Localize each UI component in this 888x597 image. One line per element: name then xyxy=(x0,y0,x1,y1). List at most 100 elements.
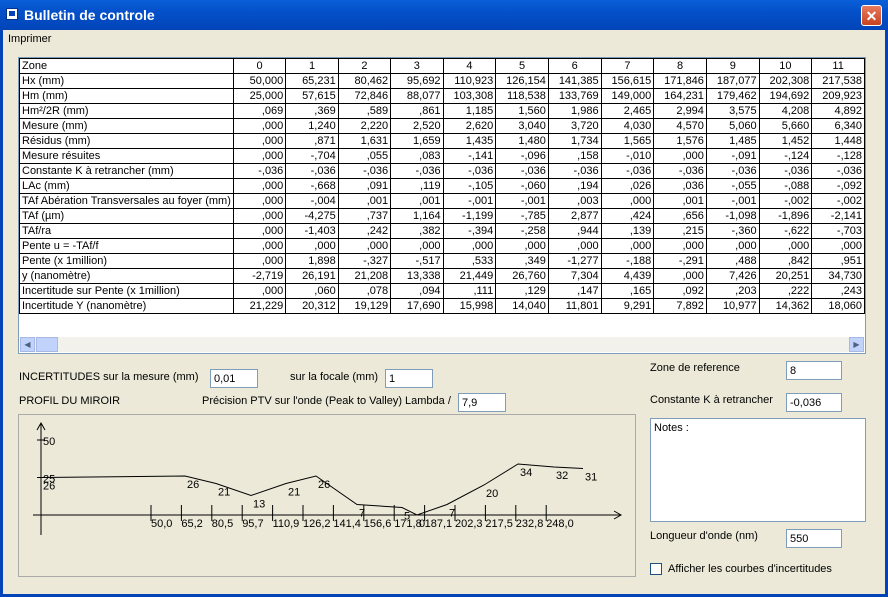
scroll-right-icon[interactable]: ▶ xyxy=(849,337,864,352)
grid-cell[interactable]: 202,308 xyxy=(758,73,813,89)
grid-cell[interactable]: 1,734 xyxy=(547,133,602,149)
grid-cell[interactable]: ,000 xyxy=(232,283,287,299)
grid-cell[interactable]: -1,199 xyxy=(442,208,497,224)
grid-cell[interactable]: 1,240 xyxy=(285,118,339,134)
grid-cell[interactable]: 103,308 xyxy=(442,88,497,104)
grid-cell[interactable]: -,010 xyxy=(600,148,655,164)
grid-cell[interactable]: ,871 xyxy=(285,133,339,149)
grid-cell[interactable]: 17,690 xyxy=(390,298,444,314)
grid-cell[interactable]: -,394 xyxy=(442,223,497,239)
grid-cell[interactable]: -,036 xyxy=(705,163,760,179)
grid-cell[interactable]: 1,435 xyxy=(442,133,497,149)
grid-cell[interactable]: ,000 xyxy=(547,238,602,254)
grid-cell[interactable]: -,004 xyxy=(285,193,339,209)
grid-cell[interactable]: ,000 xyxy=(232,148,287,164)
grid-cell[interactable]: ,129 xyxy=(495,283,549,299)
grid-cell[interactable]: 5,060 xyxy=(705,118,760,134)
grid-cell[interactable]: 4,439 xyxy=(600,268,655,284)
grid-cell[interactable]: -,001 xyxy=(495,193,549,209)
grid-cell[interactable]: ,242 xyxy=(337,223,392,239)
grid-cell[interactable]: 4,570 xyxy=(653,118,707,134)
grid-cell[interactable]: ,001 xyxy=(653,193,707,209)
grid-cell[interactable]: ,000 xyxy=(600,193,655,209)
grid-cell[interactable]: 2,994 xyxy=(653,103,707,119)
grid-cell[interactable]: ,000 xyxy=(232,133,287,149)
grid-cell[interactable]: 1,485 xyxy=(705,133,760,149)
grid-cell[interactable]: 2,220 xyxy=(337,118,392,134)
grid-cell[interactable]: -,703 xyxy=(811,223,865,239)
grid-cell[interactable]: 50,000 xyxy=(232,73,287,89)
grid-cell[interactable]: ,842 xyxy=(758,253,813,269)
grid-cell[interactable]: -,092 xyxy=(811,178,865,194)
grid-cell[interactable]: 149,000 xyxy=(600,88,655,104)
grid-cell[interactable]: -,088 xyxy=(758,178,813,194)
grid-cell[interactable]: -,291 xyxy=(653,253,707,269)
focale-input[interactable]: 1 xyxy=(385,369,433,388)
grid-cell[interactable]: 65,231 xyxy=(285,73,339,89)
grid-cell[interactable]: ,036 xyxy=(653,178,707,194)
grid-cell[interactable]: 2,520 xyxy=(390,118,444,134)
grid-cell[interactable]: -,258 xyxy=(495,223,549,239)
grid-cell[interactable]: ,165 xyxy=(600,283,655,299)
grid-cell[interactable]: -,036 xyxy=(653,163,707,179)
horizontal-scrollbar[interactable]: ◀ ▶ xyxy=(20,337,864,352)
grid-cell[interactable]: -,105 xyxy=(442,178,497,194)
grid-cell[interactable]: -1,098 xyxy=(705,208,760,224)
grid-cell[interactable]: 25,000 xyxy=(232,88,287,104)
grid-cell[interactable]: ,656 xyxy=(653,208,707,224)
grid-cell[interactable]: ,382 xyxy=(390,223,444,239)
grid-cell[interactable]: -,002 xyxy=(758,193,813,209)
grid-cell[interactable]: 1,565 xyxy=(600,133,655,149)
grid-cell[interactable]: ,060 xyxy=(285,283,339,299)
grid-cell[interactable]: -,128 xyxy=(811,148,865,164)
afficher-courbes-checkbox[interactable] xyxy=(650,563,662,575)
grid-cell[interactable]: 156,615 xyxy=(600,73,655,89)
grid-cell[interactable]: 7,304 xyxy=(547,268,602,284)
grid-cell[interactable]: 80,462 xyxy=(337,73,392,89)
grid-cell[interactable]: 57,615 xyxy=(285,88,339,104)
grid-cell[interactable]: -,055 xyxy=(705,178,760,194)
grid-cell[interactable]: 1,452 xyxy=(758,133,813,149)
grid-cell[interactable]: ,000 xyxy=(232,118,287,134)
grid-cell[interactable]: ,003 xyxy=(547,193,602,209)
grid-cell[interactable]: -,096 xyxy=(495,148,549,164)
grid-cell[interactable]: 1,576 xyxy=(653,133,707,149)
grid-cell[interactable]: 1,185 xyxy=(442,103,497,119)
grid-cell[interactable]: 20,251 xyxy=(758,268,813,284)
grid-cell[interactable]: -,785 xyxy=(495,208,549,224)
grid-cell[interactable]: 13,338 xyxy=(390,268,444,284)
grid-cell[interactable]: 26,191 xyxy=(285,268,339,284)
grid-cell[interactable]: ,000 xyxy=(653,148,707,164)
grid-cell[interactable]: ,589 xyxy=(337,103,392,119)
grid-cell[interactable]: 118,538 xyxy=(495,88,549,104)
grid-cell[interactable]: ,861 xyxy=(390,103,444,119)
grid-cell[interactable]: ,000 xyxy=(653,268,707,284)
grid-cell[interactable]: ,000 xyxy=(495,238,549,254)
grid-cell[interactable]: 14,362 xyxy=(758,298,813,314)
grid-cell[interactable]: ,369 xyxy=(285,103,339,119)
grid-cell[interactable]: ,078 xyxy=(337,283,392,299)
grid-cell[interactable]: 1,659 xyxy=(390,133,444,149)
grid-cell[interactable]: 209,923 xyxy=(811,88,865,104)
grid-cell[interactable]: 1,631 xyxy=(337,133,392,149)
grid-cell[interactable]: ,243 xyxy=(811,283,865,299)
grid-cell[interactable]: ,944 xyxy=(547,223,602,239)
grid-cell[interactable]: 3,575 xyxy=(705,103,760,119)
close-button[interactable]: ✕ xyxy=(861,5,882,26)
grid-cell[interactable]: 95,692 xyxy=(390,73,444,89)
grid-cell[interactable]: ,000 xyxy=(653,238,707,254)
grid-cell[interactable]: ,139 xyxy=(600,223,655,239)
grid-cell[interactable]: -,188 xyxy=(600,253,655,269)
grid-cell[interactable]: 194,692 xyxy=(758,88,813,104)
grid-cell[interactable]: 133,769 xyxy=(547,88,602,104)
grid-cell[interactable]: 187,077 xyxy=(705,73,760,89)
grid-cell[interactable]: -,036 xyxy=(758,163,813,179)
grid-cell[interactable]: -,001 xyxy=(442,193,497,209)
grid-cell[interactable]: ,026 xyxy=(600,178,655,194)
grid-cell[interactable]: ,000 xyxy=(285,238,339,254)
grid-cell[interactable]: 18,060 xyxy=(811,298,865,314)
grid-cell[interactable]: ,203 xyxy=(705,283,760,299)
grid-cell[interactable]: 171,846 xyxy=(653,73,707,89)
grid-cell[interactable]: -1,403 xyxy=(285,223,339,239)
grid-cell[interactable]: ,000 xyxy=(758,238,813,254)
